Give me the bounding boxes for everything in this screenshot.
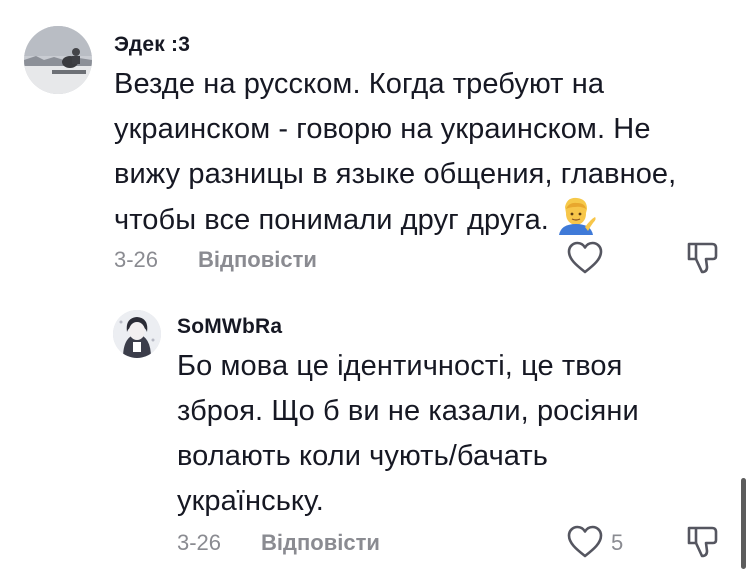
comment-text-line: украинском - говорю на украинском. Не — [114, 113, 651, 145]
avatar[interactable] — [24, 26, 92, 94]
comment-text-line: зброя. Що б ви не казали, росіяни — [177, 395, 639, 427]
avatar-image — [113, 310, 161, 358]
scrollbar[interactable] — [741, 478, 746, 569]
avatar[interactable] — [113, 310, 161, 358]
comment-username[interactable]: Эдек :3 — [114, 33, 190, 57]
reply-comment-item: SoMWbRa Бо мова це ідентичності, це твоя… — [0, 290, 750, 569]
thumbs-down-outline-icon[interactable] — [684, 240, 720, 276]
heart-outline-icon[interactable] — [566, 240, 604, 276]
comment-date: 3-26 — [114, 247, 159, 272]
reply-button[interactable]: Відповісти — [261, 530, 380, 556]
comment-text: Бо мова це ідентичності, це твоя зброя. … — [177, 344, 639, 524]
thumbs-down-outline-icon[interactable] — [684, 524, 720, 560]
reply-button[interactable]: Відповісти — [198, 247, 317, 273]
comment-text-line: українську. — [177, 485, 324, 517]
comment-username[interactable]: SoMWbRa — [177, 315, 282, 339]
comment-text-line: Бо мова це ідентичності, це твоя — [177, 350, 623, 382]
comment-item: Эдек :3 Везде на русском. Когда требуют … — [0, 0, 750, 290]
comment-date: 3-26 — [177, 530, 222, 555]
heart-outline-icon[interactable] — [566, 524, 604, 560]
comment-text: Везде на русском. Когда требуют на украи… — [114, 62, 676, 249]
like-count: 5 — [611, 530, 624, 555]
comment-text-line: чтобы все понимали друг друга. — [114, 204, 549, 236]
comment-text-line: волають коли чують/бачать — [177, 440, 548, 472]
comment-text-line: вижу разницы в языке общения, главное, — [114, 158, 677, 190]
comment-text-line: Везде на русском. Когда требуют на — [114, 68, 605, 100]
avatar-image — [24, 26, 92, 94]
